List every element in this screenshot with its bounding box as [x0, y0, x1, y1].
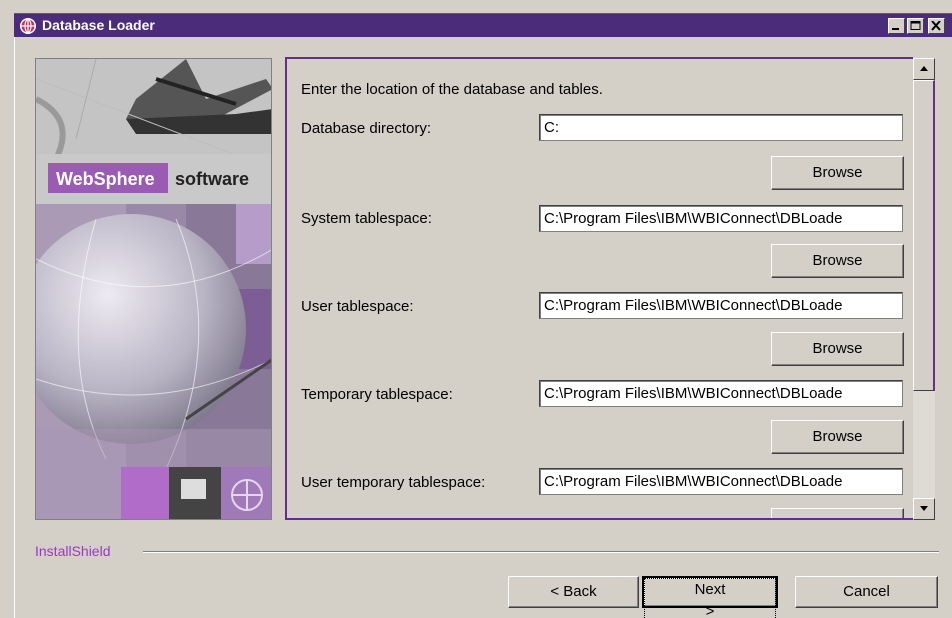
minimize-button[interactable]: [888, 18, 905, 34]
browse-system-tablespace-button[interactable]: Browse: [771, 244, 904, 278]
next-button[interactable]: Next >: [642, 576, 778, 618]
panel-scrollbar[interactable]: [913, 58, 935, 520]
maximize-icon: [910, 21, 921, 30]
brand-name: WebSphere: [56, 169, 155, 189]
close-icon: [931, 21, 941, 31]
temporary-tablespace-label: Temporary tablespace:: [301, 386, 453, 403]
scroll-down-button[interactable]: [913, 498, 935, 520]
footer-divider: [143, 551, 939, 553]
system-tablespace-field[interactable]: C:\Program Files\IBM\WBIConnect\DBLoade: [539, 205, 903, 232]
browse-user-tablespace-button[interactable]: Browse: [771, 332, 904, 366]
installshield-brand: InstallShield: [35, 543, 111, 559]
database-directory-label: Database directory:: [301, 120, 432, 137]
close-button[interactable]: [928, 18, 945, 34]
window-title: Database Loader: [42, 17, 155, 33]
user-tablespace-label: User tablespace:: [301, 298, 414, 315]
cancel-button[interactable]: Cancel: [795, 576, 938, 608]
arrow-down-icon: [920, 506, 928, 511]
user-temporary-tablespace-label: User temporary tablespace:: [301, 474, 486, 491]
title-bar[interactable]: Database Loader: [14, 13, 952, 37]
minimize-icon: [892, 28, 899, 30]
brand-suffix: software: [175, 169, 249, 189]
back-button[interactable]: < Back: [508, 576, 639, 608]
globe-icon: [20, 18, 36, 34]
temporary-tablespace-field[interactable]: C:\Program Files\IBM\WBIConnect\DBLoade: [539, 380, 903, 407]
browse-user-temporary-tablespace-button[interactable]: [771, 508, 904, 518]
user-tablespace-field[interactable]: C:\Program Files\IBM\WBIConnect\DBLoade: [539, 292, 903, 319]
database-directory-field[interactable]: C:: [539, 114, 903, 141]
system-tablespace-label: System tablespace:: [301, 210, 432, 227]
websphere-banner-image: WebSphere software: [35, 58, 272, 520]
database-location-panel: Enter the location of the database and t…: [285, 57, 913, 520]
browse-database-directory-button[interactable]: Browse: [771, 156, 904, 190]
arrow-up-icon: [920, 66, 928, 71]
scroll-up-button[interactable]: [913, 58, 935, 80]
next-button-label: Next >: [644, 578, 776, 618]
panel-instructions: Enter the location of the database and t…: [301, 81, 603, 98]
maximize-button[interactable]: [907, 18, 924, 34]
scrollbar-thumb[interactable]: [913, 80, 935, 391]
user-temporary-tablespace-field[interactable]: C:\Program Files\IBM\WBIConnect\DBLoade: [539, 468, 903, 495]
browse-temporary-tablespace-button[interactable]: Browse: [771, 420, 904, 454]
